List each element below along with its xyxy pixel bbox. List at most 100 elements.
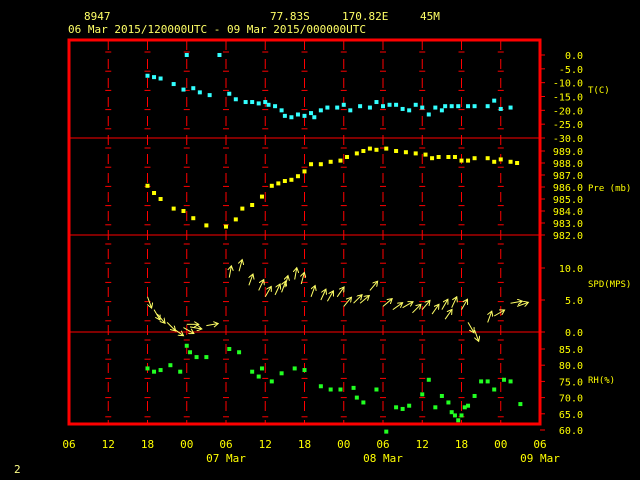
humidity-point (400, 406, 405, 411)
x-tick-label: 18 (298, 438, 311, 451)
pressure-point (367, 146, 372, 151)
y-tick-label: 983.0 (553, 219, 583, 230)
panel-label-wind: SPD(MPS) (588, 280, 631, 290)
humidity-point (328, 387, 333, 392)
pressure-point (345, 155, 350, 159)
wind-arrow (239, 260, 242, 272)
marks-layer (145, 53, 529, 434)
pressure-point (413, 151, 418, 156)
pressure-point (302, 169, 307, 174)
pressure-point (145, 183, 150, 188)
temperature-point (302, 113, 307, 118)
page-number: 2 (14, 463, 21, 476)
y-tick-label: 987.0 (553, 171, 583, 182)
temperature-point (443, 104, 448, 109)
wind-arrow (156, 313, 165, 323)
y-tick-label: 60.0 (559, 426, 583, 437)
temperature-point (498, 106, 503, 111)
humidity-point (384, 429, 389, 434)
wind-arrow (248, 274, 253, 286)
wind-arrow (412, 304, 420, 314)
temperature-point (358, 104, 363, 109)
temperature-point (439, 108, 444, 113)
pressure-point (181, 209, 186, 213)
wind-arrow (320, 289, 326, 301)
x-date-label: 08 Mar (363, 452, 403, 465)
temperature-point (289, 115, 294, 120)
humidity-point (456, 418, 461, 423)
temperature-point (426, 112, 431, 117)
wind-arrow (336, 287, 344, 298)
y-tick-label: 75.0 (559, 377, 583, 388)
humidity-point (479, 379, 484, 384)
wind-arrow (493, 310, 504, 317)
x-tick-label: 12 (259, 438, 272, 451)
pressure-point (361, 149, 366, 153)
wind-arrow (461, 299, 468, 310)
pressure-point (259, 194, 264, 199)
temperature-point (341, 102, 346, 107)
temperature-point (413, 102, 418, 107)
temperature-point (145, 73, 150, 78)
wind-arrow (359, 295, 369, 304)
humidity-point (439, 393, 444, 398)
wind-arrow (258, 280, 264, 291)
wind-arrow (487, 311, 492, 323)
temperature-point (400, 106, 405, 111)
pressure-point (436, 155, 441, 159)
pressure-point (338, 158, 343, 163)
x-tick-label: 12 (416, 438, 429, 451)
temperature-point (456, 104, 461, 109)
pressure-point (515, 161, 520, 165)
humidity-point (204, 355, 209, 360)
humidity-point (318, 384, 323, 389)
humidity-point (361, 400, 366, 405)
temperature-point (171, 82, 176, 87)
y-tick-label: 0.0 (565, 51, 583, 62)
y-tick-label: -10.0 (553, 79, 583, 90)
panel-label-humidity: RH(%) (588, 376, 615, 386)
pressure-point (403, 150, 408, 155)
y-tick-label: 65.0 (559, 410, 583, 421)
temperature-point (207, 93, 212, 98)
humidity-point (250, 369, 255, 374)
wind-arrow (441, 299, 448, 310)
temperature-point (266, 102, 271, 107)
y-tick-label: 989.0 (553, 147, 583, 158)
wind-arrow (451, 297, 457, 308)
pressure-point (191, 216, 196, 221)
pressure-point (240, 206, 245, 211)
y-tick-label: 982.0 (553, 231, 583, 242)
humidity-point (407, 403, 412, 408)
wind-arrow (229, 266, 231, 278)
pressure-point (430, 156, 435, 161)
pressure-point (459, 158, 464, 163)
temperature-point (309, 111, 314, 116)
temperature-point (217, 53, 222, 57)
humidity-point (472, 393, 477, 398)
wind-arrow (183, 327, 193, 334)
y-tick-label: 85.0 (559, 345, 583, 356)
x-tick-label: 18 (141, 438, 154, 451)
wind-arrow (295, 268, 297, 280)
pressure-point (472, 156, 477, 161)
temperature-point (374, 100, 379, 105)
y-tick-label: -30.0 (553, 134, 583, 145)
temperature-point (243, 100, 248, 105)
temperature-point (420, 105, 425, 110)
x-tick-label: 06 (62, 438, 75, 451)
humidity-point (158, 368, 163, 373)
humidity-point (188, 350, 193, 355)
temperature-point (387, 102, 392, 107)
pressure-point (233, 217, 238, 222)
pressure-point (466, 158, 471, 163)
humidity-point (145, 366, 150, 371)
pressure-point (446, 155, 451, 159)
pressure-point (318, 162, 323, 167)
temperature-point (407, 108, 412, 113)
y-tick-label: 985.0 (553, 195, 583, 206)
temperature-point (508, 105, 513, 110)
humidity-point (351, 385, 356, 390)
y-tick-label: -25.0 (553, 120, 583, 131)
wind-arrow (510, 301, 523, 303)
